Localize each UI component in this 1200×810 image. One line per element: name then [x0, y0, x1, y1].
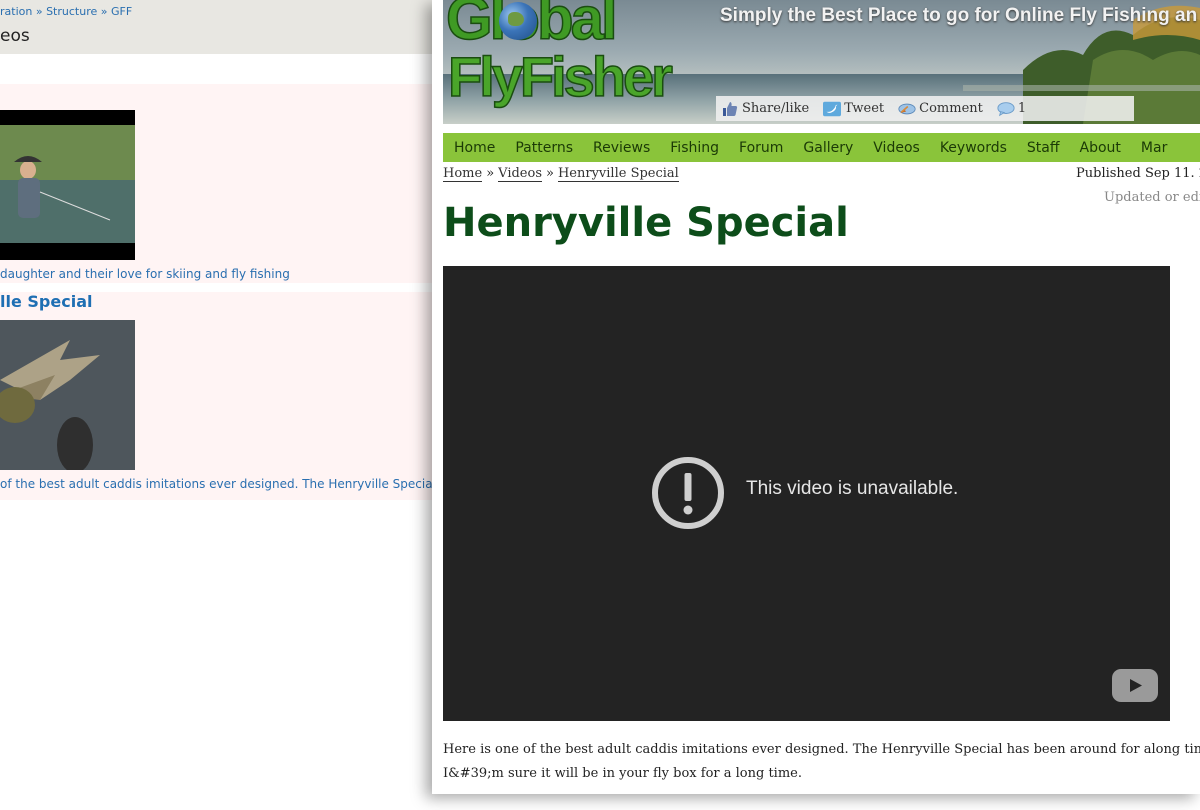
video-thumbnail-angler[interactable]: [0, 110, 135, 260]
nav-item-forum[interactable]: Forum: [739, 140, 783, 156]
published-date: Published Sep 11. 2: [1076, 166, 1200, 181]
nav-item-patterns[interactable]: Patterns: [515, 140, 573, 156]
youtube-play-icon[interactable]: [1112, 669, 1158, 702]
admin-breadcrumb-item[interactable]: GFF: [111, 5, 132, 18]
error-exclamation-icon: [652, 457, 724, 529]
comment-count-value: 1: [1017, 101, 1027, 116]
article-paragraph-line: I&#39;m sure it will be in your fly box …: [443, 766, 802, 781]
nav-item-gallery[interactable]: Gallery: [803, 140, 853, 156]
tweet-label: Tweet: [844, 101, 885, 116]
article-window: Simply the Best Place to go for Online F…: [432, 0, 1200, 794]
speech-bubble-icon: [997, 101, 1015, 117]
admin-breadcrumb-item[interactable]: ration: [0, 5, 32, 18]
thumbs-up-icon: [721, 101, 739, 117]
admin-breadcrumb-separator: »: [100, 5, 108, 18]
site-banner: Simply the Best Place to go for Online F…: [443, 0, 1200, 124]
admin-page-title: eos: [0, 26, 30, 46]
comment-label: Comment: [919, 101, 983, 116]
twitter-bird-icon: [823, 101, 842, 117]
share-like-label: Share/like: [742, 101, 810, 116]
admin-breadcrumb-item[interactable]: Structure: [46, 5, 97, 18]
breadcrumb-separator: »: [546, 166, 554, 181]
breadcrumb-separator: »: [486, 166, 495, 181]
tweet-button[interactable]: Tweet: [823, 101, 884, 117]
nav-item-about[interactable]: About: [1080, 140, 1121, 156]
video-description[interactable]: daughter and their love for skiing and f…: [0, 267, 290, 281]
comment-count[interactable]: 1: [997, 101, 1026, 117]
breadcrumb-home[interactable]: Home: [443, 166, 483, 182]
video-player[interactable]: This video is unavailable.: [443, 266, 1170, 721]
breadcrumb-current[interactable]: Henryville Special: [557, 166, 679, 182]
article-paragraph-line: Here is one of the best adult caddis imi…: [443, 742, 1200, 757]
nav-item-fishing[interactable]: Fishing: [670, 140, 719, 156]
nav-item-reviews[interactable]: Reviews: [593, 140, 650, 156]
main-nav: Home Patterns Reviews Fishing Forum Gall…: [443, 133, 1200, 162]
video-unavailable-message: This video is unavailable.: [746, 478, 959, 499]
share-bar: Share/like Tweet Comment 1: [716, 96, 1134, 121]
nav-item-videos[interactable]: Videos: [873, 140, 920, 156]
video-description[interactable]: of the best adult caddis imitations ever…: [0, 477, 455, 491]
nav-item-more[interactable]: Mar: [1141, 140, 1167, 156]
comment-button[interactable]: Comment: [898, 101, 983, 117]
page-title: Henryville Special: [443, 200, 849, 246]
nav-item-keywords[interactable]: Keywords: [940, 140, 1007, 156]
video-title-link[interactable]: lle Special: [0, 292, 92, 311]
site-logo-flyfisher[interactable]: FlyFisher: [447, 44, 673, 109]
video-thumbnail-fly[interactable]: [0, 320, 135, 470]
nav-item-staff[interactable]: Staff: [1027, 140, 1060, 156]
comment-pencil-icon: [898, 101, 916, 117]
banner-tagline: Simply the Best Place to go for Online F…: [720, 5, 1198, 26]
globe-icon: [499, 2, 537, 40]
nav-item-home[interactable]: Home: [454, 140, 495, 156]
article-body: Here is one of the best adult caddis imi…: [443, 738, 1200, 786]
admin-breadcrumb: ration » Structure » GFF: [0, 5, 132, 18]
admin-breadcrumb-separator: »: [35, 5, 43, 18]
share-like-button[interactable]: Share/like: [721, 101, 809, 117]
updated-date: Updated or edi: [1104, 190, 1200, 205]
breadcrumb-videos[interactable]: Videos: [498, 166, 542, 182]
breadcrumb: Home» Videos» Henryville Special: [443, 166, 679, 182]
